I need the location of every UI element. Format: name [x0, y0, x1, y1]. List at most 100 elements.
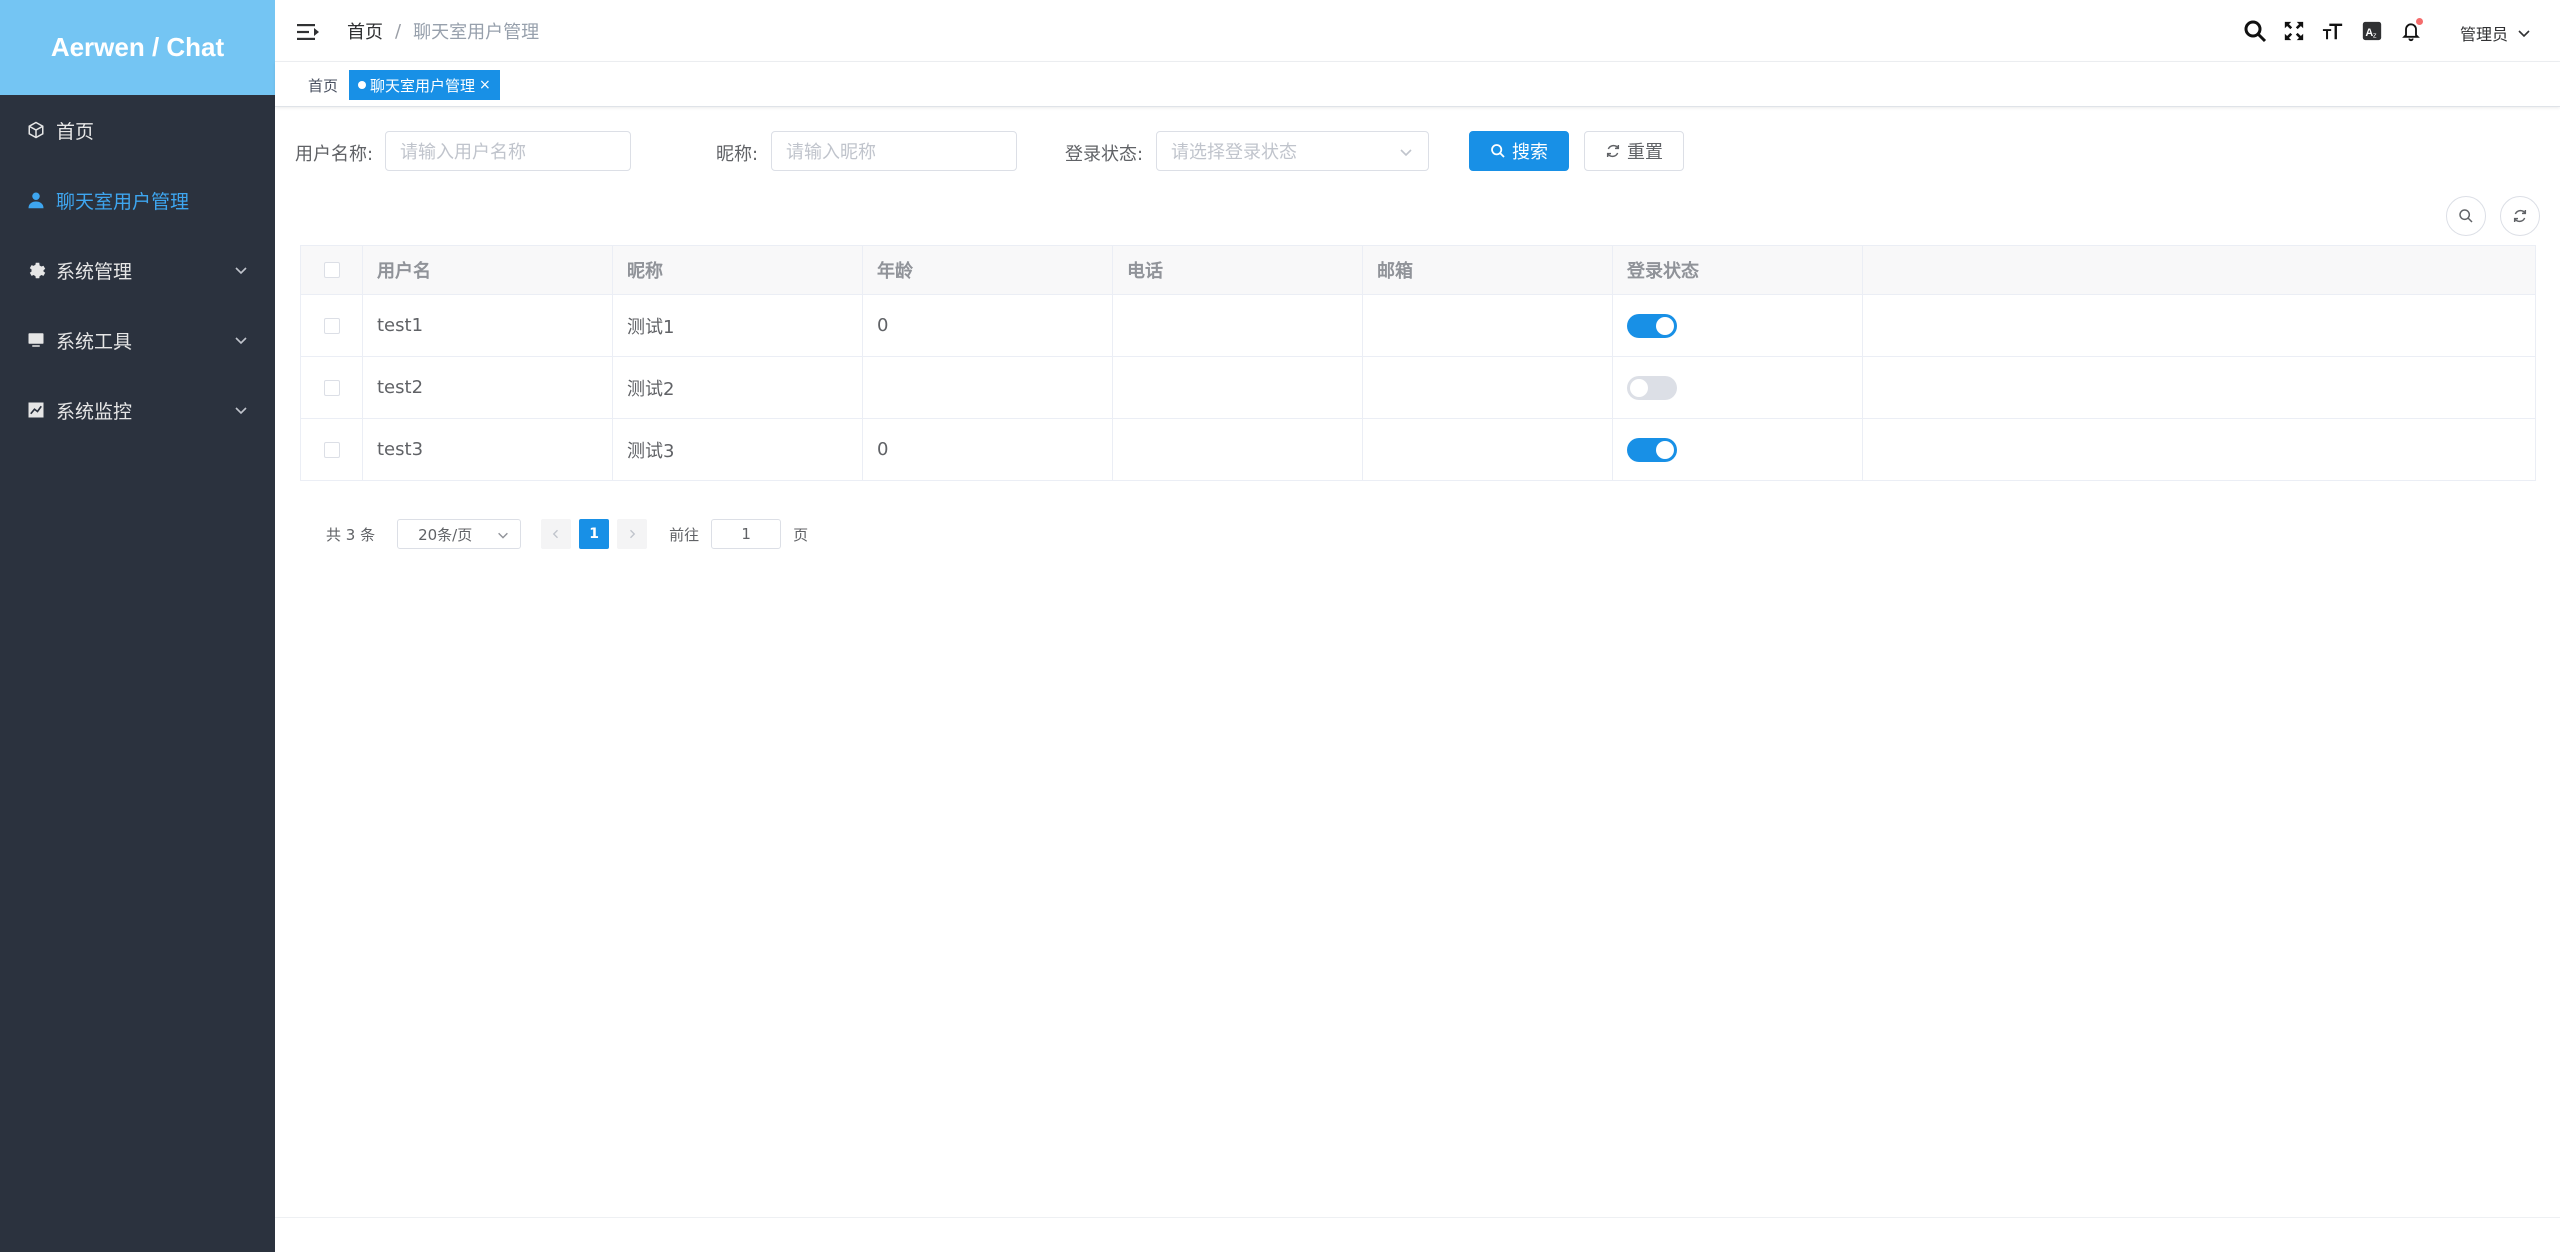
cell-email: [1363, 295, 1613, 356]
pagination-total: 共 3 条: [326, 525, 376, 544]
login-status-switch[interactable]: [1627, 437, 1677, 462]
next-page-button[interactable]: [617, 519, 648, 549]
status-label: 登录状态:: [1065, 144, 1144, 165]
row-select-cell: [301, 357, 363, 418]
notification-badge: [2416, 18, 2423, 25]
language-icon[interactable]: Az: [2359, 18, 2385, 44]
cell-login-status: [1613, 419, 1863, 480]
table-row: test1 测试1 0: [301, 295, 2535, 357]
font-size-icon[interactable]: [2320, 18, 2346, 44]
chevron-down-icon: [235, 337, 247, 345]
chevron-down-icon: [2518, 30, 2530, 38]
top-header: 首页 / 聊天室用户管理 Az 管理员: [275, 0, 2560, 62]
column-header: 电话: [1113, 246, 1363, 294]
status-select[interactable]: 请选择登录状态: [1156, 131, 1429, 171]
app-logo: Aerwen / Chat: [0, 0, 275, 95]
monitor-icon: [26, 330, 46, 350]
table-row: test3 测试3 0: [301, 419, 2535, 480]
refresh-table-button[interactable]: [2500, 196, 2540, 236]
sidebar-item-system-monitor[interactable]: 系统监控: [0, 375, 275, 445]
empty-cell: [1863, 419, 2535, 480]
select-all-cell: [301, 246, 363, 294]
chart-icon: [26, 400, 46, 420]
sidebar: Aerwen / Chat 首页 聊天室用户管理 系统管理 系统工具 系统监控: [0, 0, 275, 1252]
search-icon[interactable]: [2242, 18, 2268, 44]
tag-current[interactable]: 聊天室用户管理 ×: [349, 70, 500, 100]
sidebar-item-home[interactable]: 首页: [0, 95, 275, 165]
row-checkbox[interactable]: [323, 379, 340, 396]
row-checkbox[interactable]: [323, 317, 340, 334]
cell-phone: [1113, 357, 1363, 418]
page-number-current[interactable]: 1: [579, 519, 610, 549]
sidebar-item-label: 系统管理: [56, 260, 133, 283]
login-status-switch[interactable]: [1627, 313, 1677, 338]
page-size-select[interactable]: 20条/页: [397, 519, 522, 549]
refresh-icon: [1606, 144, 1620, 158]
sidebar-item-label: 聊天室用户管理: [56, 190, 190, 213]
column-header: 年龄: [863, 246, 1113, 294]
cell-username: test3: [363, 419, 613, 480]
cell-login-status: [1613, 295, 1863, 356]
breadcrumb-separator: /: [395, 20, 402, 42]
row-checkbox[interactable]: [323, 441, 340, 458]
table-header-row: 用户名 昵称 年龄 电话 邮箱 登录状态: [301, 246, 2535, 295]
username-label: 用户名称:: [295, 144, 374, 165]
user-menu[interactable]: 管理员: [2460, 21, 2532, 45]
page-unit-label: 页: [793, 525, 809, 544]
sidebar-item-system-tools[interactable]: 系统工具: [0, 305, 275, 375]
sidebar-item-label: 首页: [56, 120, 95, 143]
search-icon: [1491, 144, 1505, 158]
nickname-label: 昵称:: [716, 144, 759, 165]
cell-nickname: 测试1: [613, 295, 863, 356]
cell-phone: [1113, 419, 1363, 480]
goto-page-input[interactable]: 1: [711, 519, 782, 549]
column-header: 用户名: [363, 246, 613, 294]
goto-label: 前往: [669, 525, 700, 544]
cell-login-status: [1613, 357, 1863, 418]
close-icon[interactable]: ×: [479, 77, 491, 93]
toggle-search-button[interactable]: [2446, 196, 2486, 236]
collapse-menu-icon[interactable]: [296, 20, 320, 44]
fullscreen-icon[interactable]: [2281, 18, 2307, 44]
footer-divider: [275, 1217, 2560, 1218]
sidebar-item-chat-users[interactable]: 聊天室用户管理: [0, 165, 275, 235]
page-size-value: 20条/页: [418, 525, 473, 544]
chevron-down-icon: [235, 407, 247, 415]
table-body: test1 测试1 0 test2 测试2 test3 测试3 0: [301, 295, 2535, 480]
cell-email: [1363, 419, 1613, 480]
breadcrumb-current: 聊天室用户管理: [413, 22, 540, 43]
sidebar-item-system-management[interactable]: 系统管理: [0, 235, 275, 305]
tag-home[interactable]: 首页: [297, 70, 349, 100]
cube-icon: [26, 120, 46, 140]
row-select-cell: [301, 295, 363, 356]
switch-knob: [1630, 378, 1648, 397]
cell-nickname: 测试2: [613, 357, 863, 418]
username-input[interactable]: 请输入用户名称: [385, 131, 631, 171]
switch-knob: [1656, 316, 1674, 335]
table-row: test2 测试2: [301, 357, 2535, 419]
column-header: 邮箱: [1363, 246, 1613, 294]
prev-page-button[interactable]: [541, 519, 572, 549]
search-button[interactable]: 搜索: [1469, 131, 1569, 171]
column-header: 登录状态: [1613, 246, 1863, 294]
reset-button[interactable]: 重置: [1584, 131, 1684, 171]
tag-current-label: 聊天室用户管理: [370, 76, 476, 95]
username-placeholder: 请输入用户名称: [400, 142, 526, 163]
sidebar-item-label: 系统监控: [56, 400, 133, 423]
select-all-checkbox[interactable]: [323, 262, 340, 278]
user-name: 管理员: [2459, 25, 2508, 44]
search-form: 用户名称: 请输入用户名称 昵称: 请输入昵称 登录状态: 请选择登录状态 搜索…: [295, 131, 2495, 171]
sidebar-item-label: 系统工具: [56, 330, 133, 353]
switch-knob: [1656, 440, 1674, 459]
svg-text:z: z: [2373, 31, 2377, 40]
chevron-left-icon: [552, 529, 559, 539]
login-status-switch[interactable]: [1627, 375, 1677, 400]
active-dot-icon: [358, 81, 366, 89]
row-select-cell: [301, 419, 363, 480]
search-icon: [2459, 209, 2473, 223]
bell-icon[interactable]: [2398, 18, 2424, 44]
cell-age: 0: [863, 295, 1113, 356]
breadcrumb: 首页 / 聊天室用户管理: [347, 18, 539, 44]
nickname-input[interactable]: 请输入昵称: [771, 131, 1017, 171]
breadcrumb-home[interactable]: 首页: [347, 18, 383, 44]
